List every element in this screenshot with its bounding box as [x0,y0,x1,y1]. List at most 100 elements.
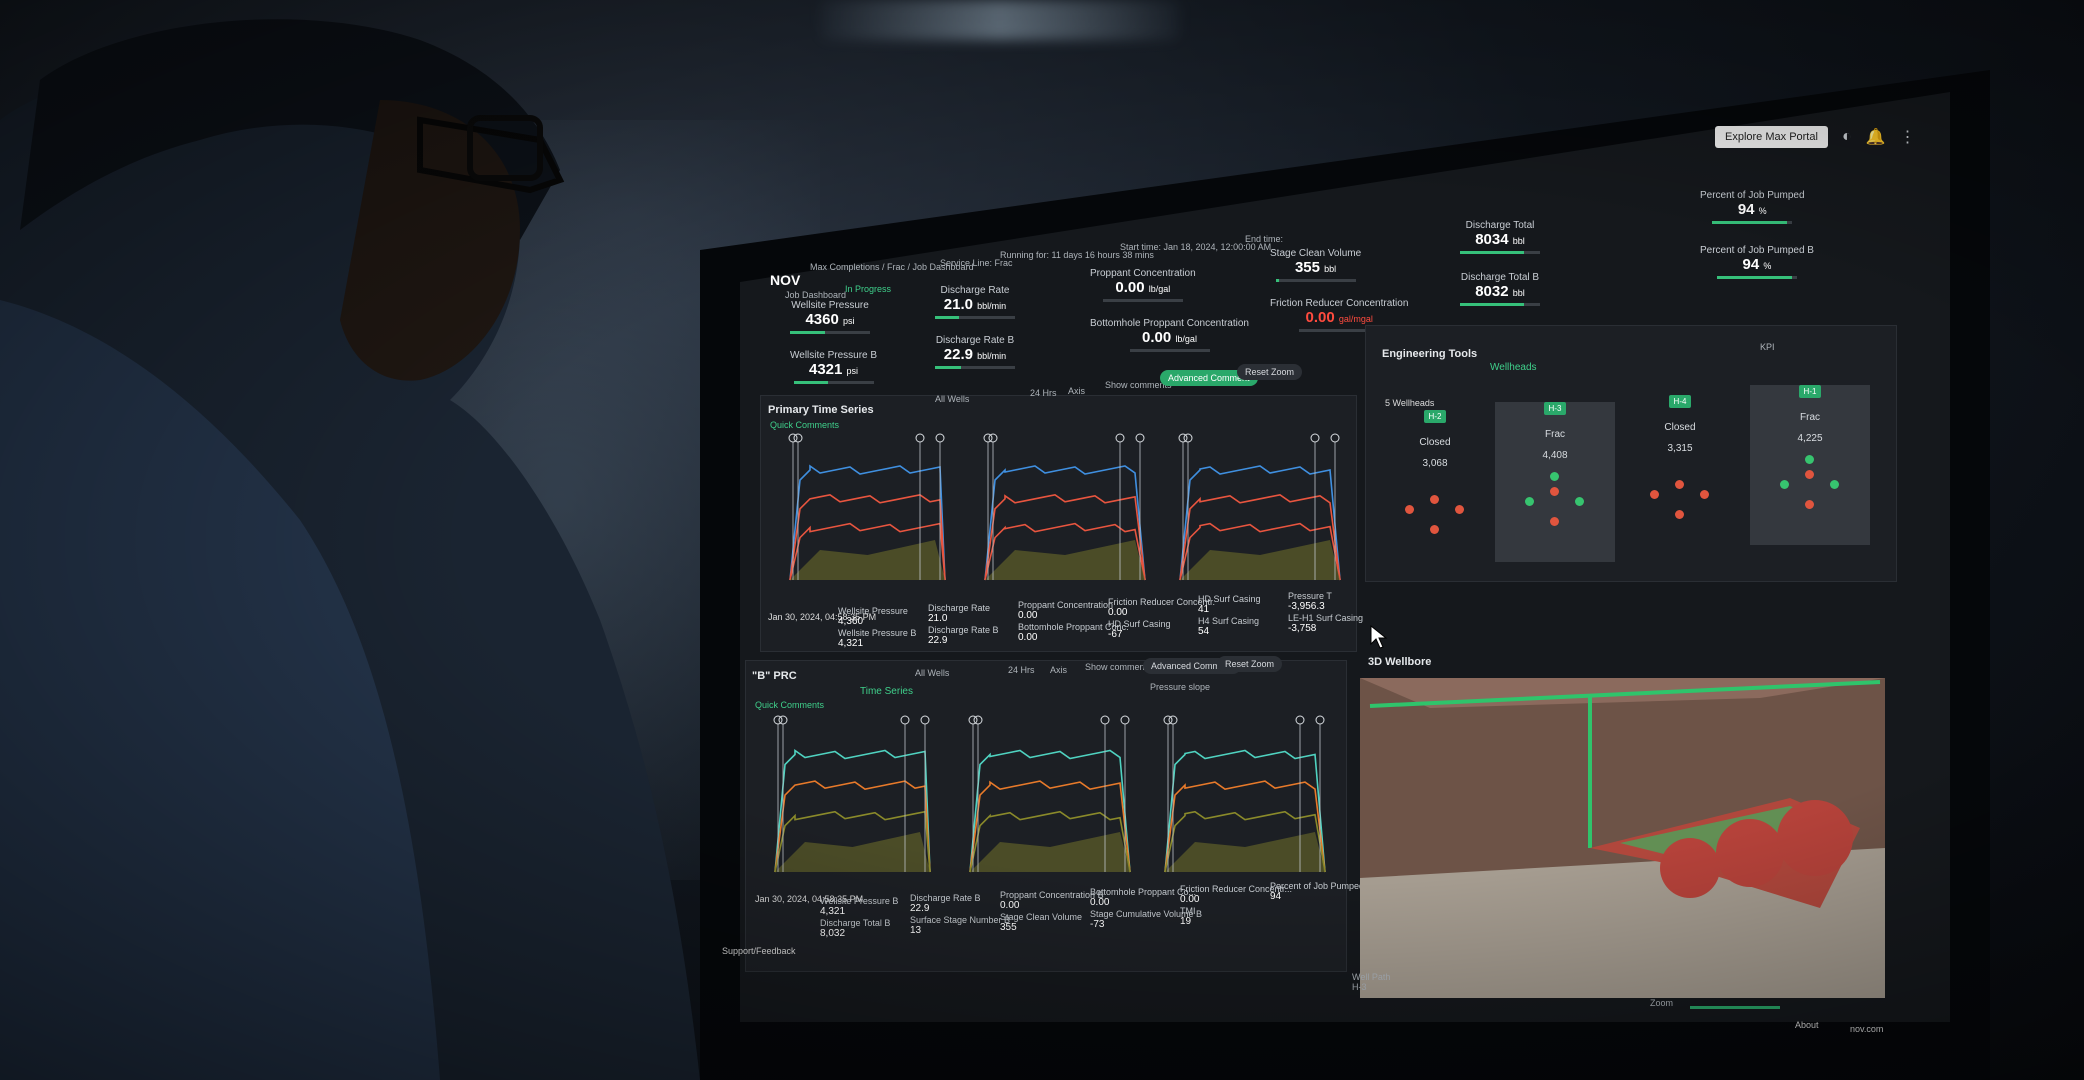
kpi-unit: bbl/min [977,351,1007,361]
valve-indicator [1780,480,1789,489]
readout-name: Percent of Job Pumped B [1270,881,1373,891]
reset-zoom-button-2[interactable]: Reset Zoom [1217,656,1283,672]
kpi-tile: Proppant Concentration 0.00 lb/gal [1090,268,1196,302]
kpi-label: Wellsite Pressure [791,300,869,311]
quick-comments-link-2[interactable]: Quick Comments [755,700,824,710]
valve-indicator [1575,497,1584,506]
kpi-unit: bbl [1324,264,1337,274]
readout-item: Discharge Rate B 22.9 [910,893,981,914]
tab-time-series[interactable]: Time Series [860,686,913,697]
more-vertical-icon[interactable]: ⋮ [1900,127,1916,147]
explore-max-portal-button[interactable]: Explore Max Portal [1715,126,1828,148]
kpi-tile: Percent of Job Pumped 94 % [1700,190,1805,224]
kpi-tile: Wellsite Pressure 4360 psi [790,300,870,334]
readout-value: 54 [1198,626,1210,637]
wellhead-status: Frac [1545,429,1565,440]
all-wells-select-2[interactable]: All Wells [915,668,949,678]
readout-value: -73 [1090,919,1105,930]
readout-value: 21.0 [928,613,948,624]
readout-value: 4,360 [838,616,864,627]
kpi-value: 4321 psi [809,361,859,378]
kpi-unit: % [1758,206,1767,216]
readout-item: Wellsite Pressure B 4,321 [838,628,916,649]
kpi-progress-bar [1129,349,1210,352]
kpi-value: 0.00 gal/mgal [1305,309,1373,326]
wellhead-card[interactable]: H-1 Frac 4,225 [1750,385,1870,545]
support-feedback-link[interactable]: Support/Feedback [722,946,796,956]
readout-name: Discharge Rate B [910,893,981,903]
wellhead-pressure: 3,315 [1667,443,1693,454]
readout-name: Discharge Total B [820,918,891,928]
wellhead-status: Closed [1419,437,1451,448]
readout-value: 22.9 [928,635,948,646]
readout-item: HD Surf Casing -67 [1108,619,1171,640]
range-select-2[interactable]: 24 Hrs [1008,665,1035,675]
readout-name: LE-H1 Surf Casing [1288,613,1364,623]
job-dashboard-link[interactable]: Job Dashboard [785,290,846,300]
all-wells-select[interactable]: All Wells [935,394,969,404]
valve-indicator [1405,505,1414,514]
nov-com-link[interactable]: nov.com [1850,1024,1883,1034]
reset-zoom-button[interactable]: Reset Zoom [1237,364,1303,380]
tab-wellheads[interactable]: Wellheads [1490,362,1537,373]
readout-value: 4,321 [838,638,864,649]
wellhead-card[interactable]: H-4 Closed 3,315 [1620,395,1740,555]
kpi-label: Percent of Job Pumped [1700,190,1805,201]
toggle-icon[interactable]: ◐ [1842,128,1852,146]
readout-name: Wellsite Pressure B [838,628,917,638]
wellbore-3d-view[interactable] [1360,678,1885,998]
zoom-slider[interactable] [1690,1006,1780,1009]
valve-indicator [1550,517,1559,526]
kpi-progress-bar [790,331,870,334]
tab-pressure-slope[interactable]: Pressure slope [1150,682,1210,692]
readout-name: Proppant Concentration [1018,600,1114,610]
readout-name: Wellsite Pressure B [820,896,899,906]
kpi-unit: lb/gal [1148,284,1171,294]
axis-toggle[interactable]: Axis [1068,386,1085,396]
kpi-tile: Wellsite Pressure B 4321 psi [790,350,877,384]
wellhead-badge: H-4 [1668,395,1692,408]
kpi-unit: bbl [1512,288,1525,298]
readout-item: Surface Stage Number B 13 [910,915,1010,936]
kpi-value: 21.0 bbl/min [943,296,1007,313]
readout-value: 0.00 [1018,610,1038,621]
valve-indicator [1805,455,1814,464]
readout-value: 4,321 [820,906,846,917]
notification-bell-icon[interactable]: 🔔 [1866,127,1886,147]
kpi-progress-bar [1716,276,1797,279]
readout-item: Proppant Concentration 0.00 [1018,600,1113,621]
show-comments-toggle-2[interactable]: Show comments [1085,662,1152,672]
kpi-unit: psi [843,316,855,326]
kpi-label: Discharge Rate B [935,335,1015,346]
wellhead-pressure: 4,225 [1797,433,1823,444]
primary-time-series-plot[interactable] [765,430,1350,590]
readout-value: -67 [1108,629,1123,640]
end-time: End time: [1245,234,1284,244]
readout-item: Pressure T -3,956.3 [1288,591,1332,612]
wellhead-card[interactable]: H-3 Frac 4,408 [1495,402,1615,562]
quick-comments-link[interactable]: Quick Comments [770,420,839,430]
readout-item: H4 Surf Casing 54 [1198,616,1259,637]
wellhead-status: Closed [1664,422,1696,433]
valve-indicator [1550,472,1559,481]
tab-kpi[interactable]: KPI [1760,342,1775,352]
kpi-tile: Discharge Rate B 22.9 bbl/min [935,335,1015,369]
readout-name: Surface Stage Number B [910,915,1011,925]
b-prc-plot[interactable] [750,712,1335,882]
axis-toggle-2[interactable]: Axis [1050,665,1067,675]
kpi-unit: gal/mgal [1338,314,1373,324]
kpi-progress-bar [935,366,1015,369]
readout-item: Wellsite Pressure 4,360 [838,606,908,627]
kpi-progress-bar [935,316,1015,319]
valve-indicator [1830,480,1839,489]
range-select[interactable]: 24 Hrs [1030,388,1057,398]
about-link[interactable]: About [1795,1020,1819,1030]
status-badge: In Progress [845,284,892,294]
kpi-tile: Bottomhole Proppant Concentration 0.00 lb… [1090,318,1249,352]
valve-indicator [1700,490,1709,499]
wellhead-card[interactable]: H-2 Closed 3,068 [1375,410,1495,570]
valve-indicator [1455,505,1464,514]
top-right-controls: Explore Max Portal ◐ 🔔 ⋮ [1715,126,1916,148]
valve-indicator [1675,510,1684,519]
kpi-value: 0.00 lb/gal [1115,279,1171,296]
